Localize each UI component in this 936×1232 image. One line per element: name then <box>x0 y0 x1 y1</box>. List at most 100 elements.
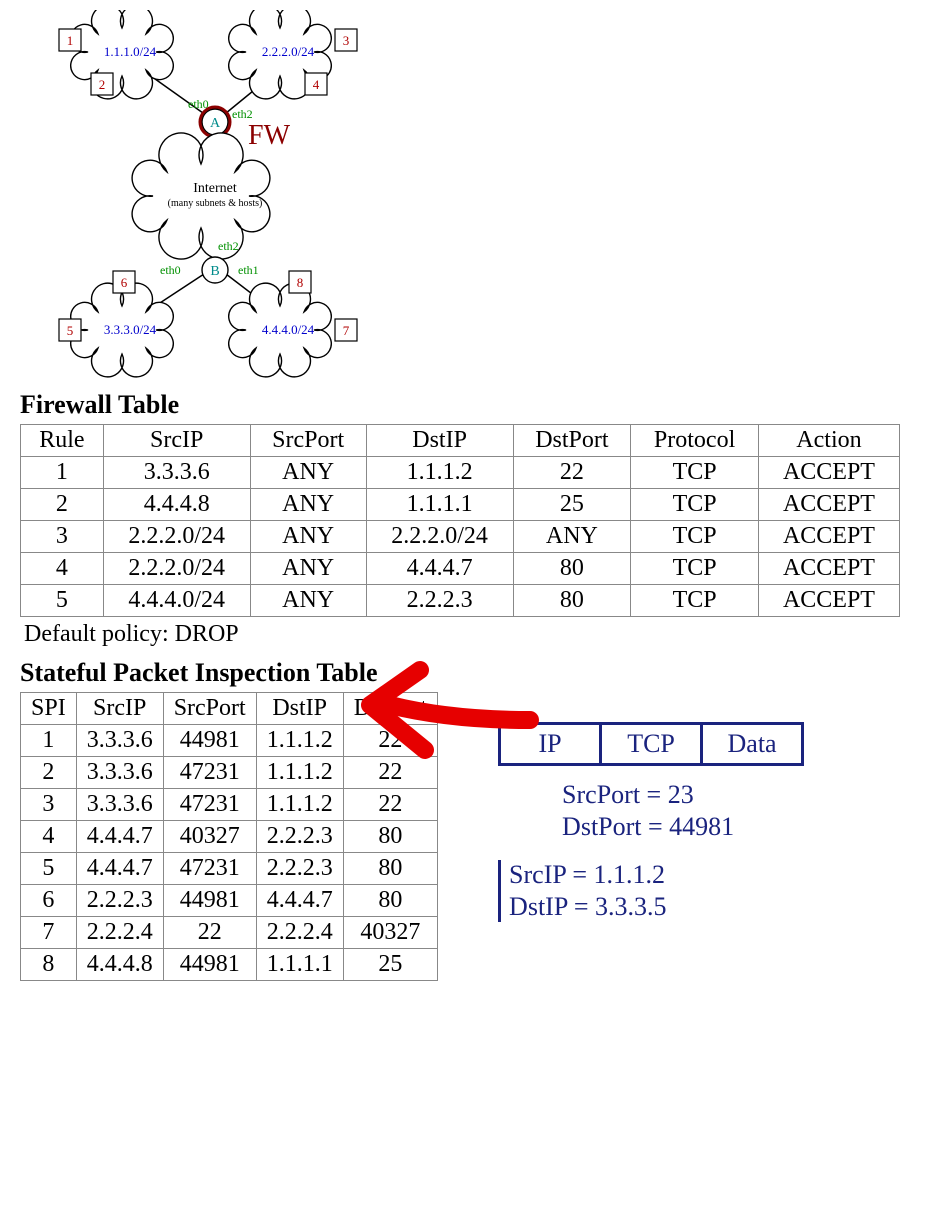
host-7: 7 <box>343 323 350 338</box>
note-srcport: SrcPort = 23 <box>562 780 804 810</box>
firewall-cell: 4 <box>21 553 104 585</box>
firewall-cell: 22 <box>513 457 631 489</box>
firewall-title: Firewall Table <box>20 390 916 420</box>
table-row: 54.4.4.0/24ANY2.2.2.380TCPACCEPT <box>21 585 900 617</box>
spi-cell: 3 <box>21 789 77 821</box>
firewall-cell: TCP <box>631 585 759 617</box>
subnet-4-label: 4.4.4.0/24 <box>262 322 315 337</box>
spi-cell: 80 <box>343 853 437 885</box>
spi-cell: 47231 <box>163 853 256 885</box>
spi-cell: 1.1.1.2 <box>256 789 343 821</box>
firewall-cell: ACCEPT <box>758 553 899 585</box>
subnet-3-label: 3.3.3.0/24 <box>104 322 157 337</box>
spi-cell: 2.2.2.3 <box>256 821 343 853</box>
firewall-cell: ANY <box>250 457 366 489</box>
spi-cell: 25 <box>343 949 437 981</box>
spi-cell: 7 <box>21 917 77 949</box>
spi-cell: 4.4.4.7 <box>76 821 163 853</box>
firewall-header-cell: Action <box>758 425 899 457</box>
firewall-cell: 2.2.2.3 <box>366 585 513 617</box>
firewall-cell: 80 <box>513 585 631 617</box>
firewall-cell: 2 <box>21 489 104 521</box>
firewall-cell: 5 <box>21 585 104 617</box>
firewall-cell: ANY <box>513 521 631 553</box>
firewall-cell: ACCEPT <box>758 457 899 489</box>
spi-header-cell: SPI <box>21 693 77 725</box>
table-row: 54.4.4.7472312.2.2.380 <box>21 853 438 885</box>
spi-header-cell: SrcPort <box>163 693 256 725</box>
spi-cell: 8 <box>21 949 77 981</box>
spi-cell: 2.2.2.3 <box>256 853 343 885</box>
host-4: 4 <box>313 77 320 92</box>
subnet-1-label: 1.1.1.0/24 <box>104 44 157 59</box>
note-srcip: SrcIP = 1.1.1.2 <box>509 860 804 890</box>
note-dstport: DstPort = 44981 <box>562 812 804 842</box>
spi-cell: 40327 <box>163 821 256 853</box>
table-row: 84.4.4.8449811.1.1.125 <box>21 949 438 981</box>
spi-cell: 1 <box>21 725 77 757</box>
spi-cell: 44981 <box>163 885 256 917</box>
fw-annotation: FW <box>248 120 291 151</box>
table-row: 24.4.4.8ANY1.1.1.125TCPACCEPT <box>21 489 900 521</box>
firewall-cell: ACCEPT <box>758 521 899 553</box>
firewall-cell: 1.1.1.2 <box>366 457 513 489</box>
firewall-cell: ACCEPT <box>758 489 899 521</box>
firewall-cell: 2.2.2.0/24 <box>103 553 250 585</box>
iface-a-eth2: eth2 <box>232 107 253 121</box>
firewall-cell: TCP <box>631 553 759 585</box>
firewall-cell: 1.1.1.1 <box>366 489 513 521</box>
firewall-cell: 80 <box>513 553 631 585</box>
spi-table: SPISrcIPSrcPortDstIPDstPort13.3.3.644981… <box>20 692 438 981</box>
spi-cell: 47231 <box>163 789 256 821</box>
pkt-data: Data <box>703 725 801 763</box>
table-row: 13.3.3.6449811.1.1.222 <box>21 725 438 757</box>
host-5: 5 <box>67 323 74 338</box>
firewall-header-cell: SrcIP <box>103 425 250 457</box>
spi-cell: 40327 <box>343 917 437 949</box>
spi-cell: 3.3.3.6 <box>76 757 163 789</box>
spi-cell: 4.4.4.7 <box>256 885 343 917</box>
firewall-cell: 4.4.4.0/24 <box>103 585 250 617</box>
firewall-cell: ANY <box>250 553 366 585</box>
packet-notes: IP TCP Data SrcPort = 23 DstPort = 44981… <box>498 722 804 924</box>
router-b-label: B <box>210 264 219 279</box>
iface-b-eth1: eth1 <box>238 263 259 277</box>
host-1: 1 <box>67 33 74 48</box>
firewall-table: RuleSrcIPSrcPortDstIPDstPortProtocolActi… <box>20 424 900 617</box>
spi-cell: 3.3.3.6 <box>76 789 163 821</box>
firewall-cell: ANY <box>250 585 366 617</box>
iface-b-eth2: eth2 <box>218 239 239 253</box>
spi-header-cell: DstIP <box>256 693 343 725</box>
spi-cell: 1.1.1.2 <box>256 757 343 789</box>
firewall-cell: TCP <box>631 521 759 553</box>
spi-cell: 1.1.1.2 <box>256 725 343 757</box>
spi-cell: 22 <box>343 725 437 757</box>
table-row: 72.2.2.4222.2.2.440327 <box>21 917 438 949</box>
firewall-cell: 25 <box>513 489 631 521</box>
host-2: 2 <box>99 77 106 92</box>
spi-cell: 4 <box>21 821 77 853</box>
network-diagram: 1.1.1.0/24 1 2 2.2.2.0/24 3 4 A eth0 eth… <box>20 10 400 380</box>
host-6: 6 <box>121 275 128 290</box>
firewall-header-cell: Protocol <box>631 425 759 457</box>
spi-cell: 80 <box>343 821 437 853</box>
spi-cell: 22 <box>163 917 256 949</box>
firewall-cell: ACCEPT <box>758 585 899 617</box>
router-a-label: A <box>210 116 221 131</box>
firewall-header-cell: SrcPort <box>250 425 366 457</box>
firewall-cell: ANY <box>250 489 366 521</box>
spi-cell: 22 <box>343 757 437 789</box>
host-8: 8 <box>297 275 304 290</box>
firewall-header-cell: DstPort <box>513 425 631 457</box>
internet-sublabel: (many subnets & hosts) <box>168 198 263 209</box>
spi-cell: 5 <box>21 853 77 885</box>
spi-cell: 2.2.2.4 <box>76 917 163 949</box>
internet-label: Internet <box>193 181 237 196</box>
packet-layers: IP TCP Data <box>498 722 804 766</box>
spi-cell: 22 <box>343 789 437 821</box>
spi-cell: 3.3.3.6 <box>76 725 163 757</box>
spi-title: Stateful Packet Inspection Table <box>20 658 916 688</box>
firewall-cell: 4.4.4.7 <box>366 553 513 585</box>
spi-cell: 44981 <box>163 725 256 757</box>
firewall-cell: TCP <box>631 457 759 489</box>
